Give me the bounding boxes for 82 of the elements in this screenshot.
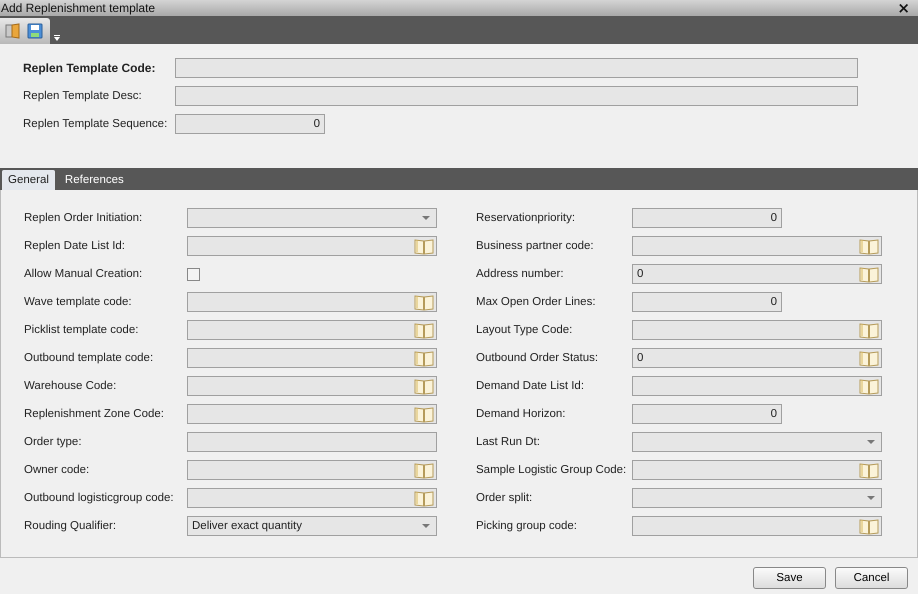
lookup-field[interactable] [632,460,882,480]
book-icon [414,490,434,506]
book-icon [859,350,879,366]
field-label: Layout Type Code: [476,324,574,336]
caret-icon [422,524,430,528]
window-title: Add Replenishment template [0,1,156,15]
lookup-field[interactable] [632,236,882,256]
field-label: Warehouse Code: [24,380,118,392]
caret-icon [867,440,875,444]
close-button[interactable]: × [889,1,918,15]
field-label: Sample Logistic Group Code: [476,464,628,476]
field-label: Replenishment Zone Code: [24,408,165,420]
number-field[interactable]: 0 [632,292,782,312]
checkbox[interactable] [187,268,200,280]
field-label: Replen Order Initiation: [24,212,144,224]
dialog-button[interactable]: Cancel [835,567,908,589]
lookup-field[interactable] [187,320,437,340]
lookup-field[interactable] [187,348,437,368]
tab[interactable]: References [58,170,130,190]
book-icon [859,462,879,478]
lookup-field[interactable] [187,404,437,424]
door-icon[interactable] [5,23,21,39]
field-label: Outbound logisticgroup code: [24,492,175,504]
field-label: Replen Date List Id: [24,240,126,252]
lookup-field[interactable]: 0 [632,348,882,368]
dropdown-field[interactable] [632,488,882,508]
book-icon [859,266,879,282]
field-label: Picking group code: [476,520,578,532]
book-icon [414,294,434,310]
lookup-field[interactable] [632,516,882,536]
book-icon [414,406,434,422]
field-label: Replen Template Code: [23,61,156,75]
lookup-field[interactable] [187,236,437,256]
field-label: Outbound template code: [24,352,154,364]
save-icon[interactable] [27,23,43,39]
lookup-field[interactable]: 0 [632,264,882,284]
book-icon [859,322,879,338]
book-icon [414,322,434,338]
book-icon [414,238,434,254]
field-label: Business partner code: [476,240,595,252]
lookup-field[interactable] [187,292,437,312]
number-field[interactable]: 0 [175,114,325,134]
dialog-button[interactable]: Save [753,567,826,589]
field-label: Order type: [24,436,83,448]
field-label: Owner code: [24,464,90,476]
dropdown-field[interactable] [187,208,437,228]
field-label: Reservationpriority: [476,212,576,224]
lookup-field[interactable] [187,376,437,396]
dropdown-field[interactable] [632,432,882,452]
number-field[interactable]: 0 [632,404,782,424]
field-label: Picklist template code: [24,324,140,336]
overflow-icon[interactable] [54,35,60,41]
field-label: Outbound Order Status: [476,352,600,364]
lookup-field[interactable] [632,320,882,340]
caret-icon [422,216,430,220]
book-icon [859,378,879,394]
lookup-field[interactable] [632,376,882,396]
field-label: Demand Date List Id: [476,380,586,392]
field-label: Max Open Order Lines: [476,296,597,308]
field-label: Last Run Dt: [476,436,541,448]
field-label: Rouding Qualifier: [24,520,118,532]
text-field[interactable] [187,432,437,452]
field-label: Replen Template Sequence: [23,118,168,130]
field-label: Demand Horizon: [476,408,566,420]
number-field[interactable]: 0 [632,208,782,228]
text-field[interactable] [175,86,858,106]
field-label: Replen Template Desc: [23,90,143,102]
field-label: Allow Manual Creation: [24,268,144,280]
field-label: Address number: [476,268,565,280]
book-icon [859,238,879,254]
book-icon [859,518,879,534]
book-icon [414,350,434,366]
lookup-field[interactable] [187,488,437,508]
caret-icon [867,496,875,500]
book-icon [414,462,434,478]
lookup-field[interactable] [187,460,437,480]
field-label: Wave template code: [24,296,133,308]
dropdown-field[interactable]: Deliver exact quantity [187,516,437,536]
book-icon [414,378,434,394]
tab[interactable]: General [2,170,55,190]
field-label: Order split: [476,492,534,504]
text-field[interactable] [175,58,858,78]
